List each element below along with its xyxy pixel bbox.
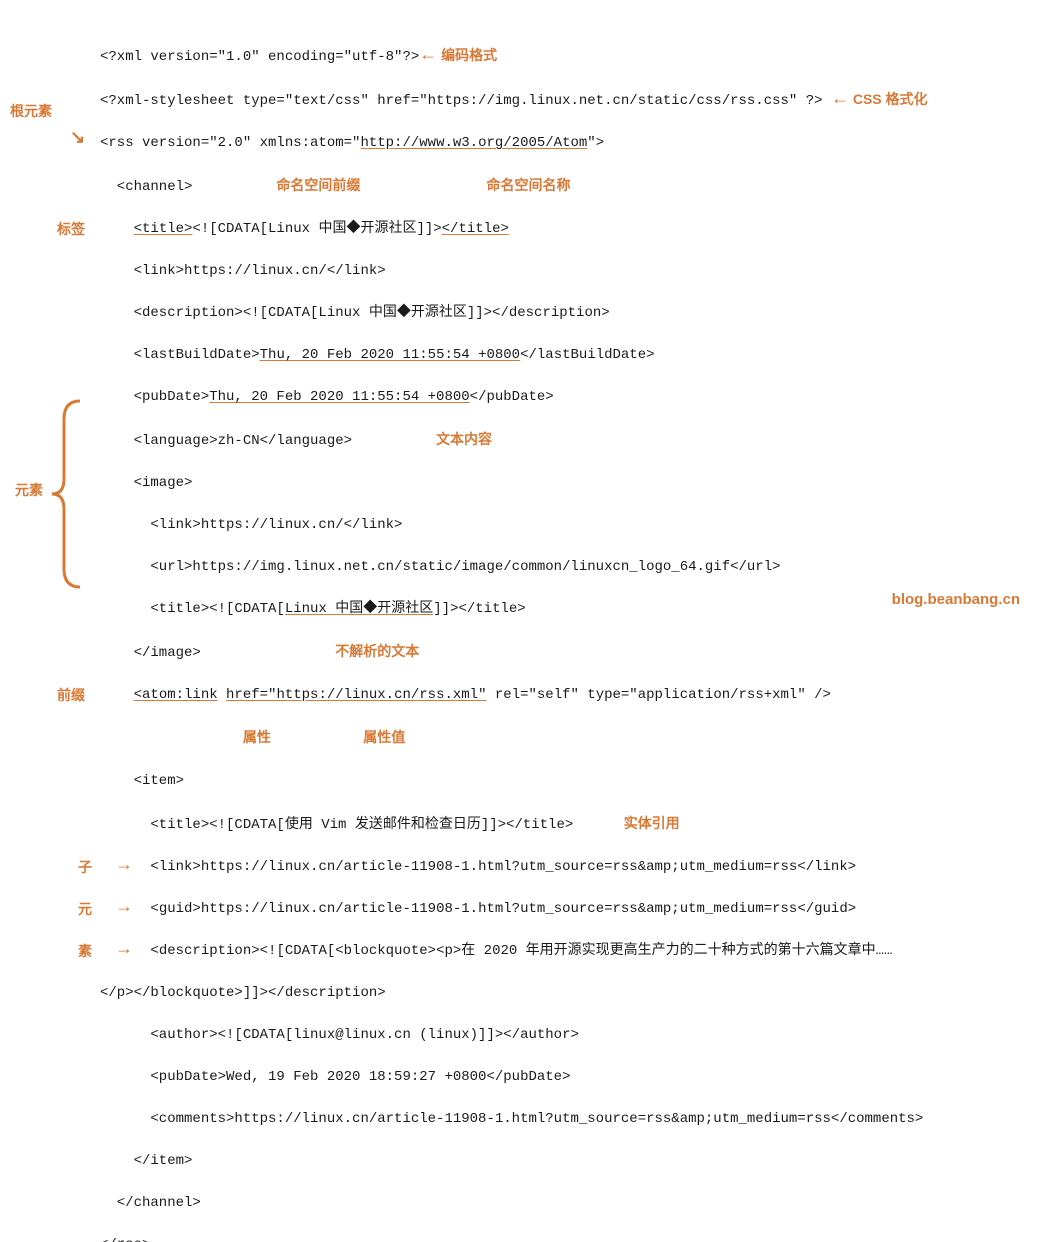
channel-open: <channel> (100, 179, 192, 195)
ann-child-1: 子 (78, 857, 92, 878)
brace-icon (50, 399, 84, 589)
item-author: <author><![CDATA[linux@linux.cn (linux)]… (100, 1027, 579, 1043)
watermark: blog.beanbang.cn (892, 589, 1020, 612)
image-url: <url>https://img.linux.net.cn/static/ima… (100, 559, 781, 575)
item-desc-b: </p></blockquote>]]></description> (100, 985, 386, 1001)
arrow-child-3: → (115, 941, 133, 955)
ann-child-3: 素 (78, 941, 92, 962)
rss-open: <rss version="2.0" xmlns:atom="http://ww… (100, 135, 604, 151)
xml-stylesheet: <?xml-stylesheet type="text/css" href="h… (100, 93, 823, 109)
lastbuilddate-tag: <lastBuildDate>Thu, 20 Feb 2020 11:55:54… (100, 347, 655, 363)
ann-prefix: 前缀 (57, 685, 85, 706)
ann-element: 元素 (15, 480, 43, 501)
atom-link: <atom:link href="https://linux.cn/rss.xm… (134, 687, 831, 703)
ann-textcontent: 文本内容 (436, 431, 492, 447)
image-link: <link>https://linux.cn/</link> (100, 517, 402, 533)
arrow-root: ↘ (70, 130, 85, 144)
pubdate-tag: <pubDate>Thu, 20 Feb 2020 11:55:54 +0800… (100, 389, 554, 405)
xml-code-block: <?xml version="1.0" encoding="utf-8"?>← … (100, 24, 1030, 1242)
item-comments: <comments>https://linux.cn/article-11908… (100, 1111, 923, 1127)
image-title: <title><![CDATA[Linux 中国◆开源社区]]></title> (100, 601, 526, 617)
ann-attr: 属性 (243, 729, 271, 745)
item-guid: <guid>https://linux.cn/article-11908-1.h… (150, 901, 856, 917)
item-title: <title><![CDATA[使用 Vim 发送邮件和检查日历]]></tit… (100, 817, 573, 833)
item-close: </item> (100, 1153, 192, 1169)
image-close: </image> (100, 645, 201, 661)
arrow-child-1: → (115, 857, 133, 871)
ann-entityref: 实体引用 (624, 815, 680, 831)
ann-tag: 标签 (57, 219, 85, 240)
item-pubdate: <pubDate>Wed, 19 Feb 2020 18:59:27 +0800… (100, 1069, 570, 1085)
ann-attrval: 属性值 (363, 729, 405, 745)
channel-close: </channel> (100, 1195, 201, 1211)
description-tag: <description><![CDATA[Linux 中国◆开源社区]]></… (100, 305, 610, 321)
ann-unparsed: 不解析的文本 (335, 643, 419, 659)
item-desc-a: <description><![CDATA[<blockquote><p>在 2… (150, 943, 892, 959)
ann-ns-name: 命名空间名称 (486, 177, 570, 193)
ann-child-2: 元 (78, 899, 92, 920)
rss-close: </rss> (100, 1237, 150, 1242)
language-tag: <language>zh-CN</language> (100, 433, 352, 449)
link-tag: <link>https://linux.cn/</link> (100, 263, 386, 279)
item-open: <item> (100, 773, 184, 789)
ann-cssformat: ← CSS 格式化 (831, 91, 928, 107)
arrow-child-2: → (115, 899, 133, 913)
xml-declaration: <?xml version="1.0" encoding="utf-8"?> (100, 49, 419, 65)
image-open: <image> (100, 475, 192, 491)
title-tag: <title><![CDATA[Linux 中国◆开源社区]]></title> (134, 221, 509, 237)
ann-root: 根元素 (10, 101, 52, 122)
item-link: <link>https://linux.cn/article-11908-1.h… (150, 859, 856, 875)
ann-ns-prefix: 命名空间前缀 (276, 177, 360, 193)
ann-encoding: ← 编码格式 (419, 47, 497, 63)
